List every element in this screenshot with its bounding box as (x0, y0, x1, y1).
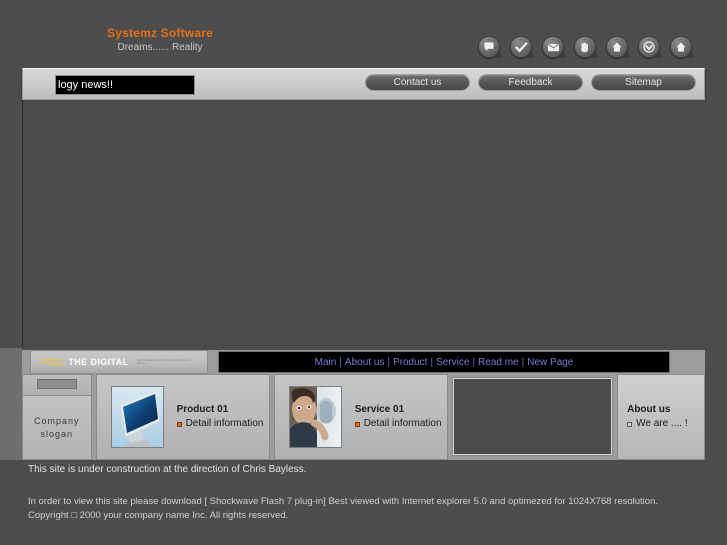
link-service[interactable]: Service (436, 357, 469, 368)
speech-bubble-icon[interactable] (478, 36, 501, 58)
feel-the-digital-text: FEEL THE DIGITAL (41, 357, 129, 367)
link-separator: | (472, 356, 476, 368)
chevron-down-icon[interactable] (638, 36, 661, 58)
about-us-panel[interactable]: About us We are .... ! (617, 374, 705, 460)
about-us-line-label: We are .... ! (636, 418, 688, 429)
bullet-square-icon (176, 421, 182, 427)
service-detail-link-label: Detail information (363, 418, 442, 429)
phone-call-photo (288, 386, 342, 448)
service-card-title: Service 01 (354, 404, 405, 415)
news-marquee-text: logy news!! (58, 79, 114, 91)
about-us-line[interactable]: We are .... ! (627, 417, 704, 431)
envelope-icon[interactable] (542, 36, 565, 58)
slogan-panel-header (22, 374, 92, 396)
service-card-body: Service 01 Detail information (354, 403, 442, 431)
logo-subtitle: Dreams...... Reality (117, 42, 203, 53)
contact-us-button[interactable]: Contact us (365, 74, 470, 91)
link-separator: | (430, 356, 434, 368)
site-logo[interactable]: Systemz Software Dreams...... Reality (60, 26, 260, 55)
top-nav-bar: logy news!! Contact us Feedback Sitemap (22, 68, 705, 100)
link-main[interactable]: Main (315, 357, 337, 368)
left-gutter (0, 100, 22, 348)
feel-fine-print: FeelTheDigital RepaiFuzuPoiof.oF.weDeFSD… (136, 359, 191, 365)
link-separator: | (387, 356, 390, 368)
header-icon-bar (478, 36, 693, 58)
main-stage-area (22, 100, 705, 348)
site-header: Systemz Software Dreams...... Reality (0, 0, 727, 68)
service-detail-link[interactable]: Detail information (354, 417, 442, 431)
bullet-square-icon (354, 421, 360, 427)
legal-line-2: Copyright □ 2000 your company name Inc. … (28, 510, 289, 521)
hand-icon[interactable] (574, 36, 597, 58)
link-separator: | (339, 356, 342, 368)
product-card-body: Product 01 Detail information (176, 403, 264, 431)
lower-left-gutter (0, 348, 22, 460)
feedback-button[interactable]: Feedback (478, 74, 583, 91)
product-detail-link[interactable]: Detail information (176, 417, 264, 431)
home-icon[interactable] (606, 36, 629, 58)
content-card-row: Company slogan Product 01 Detail informa… (22, 374, 705, 460)
company-slogan-text: Company slogan (34, 415, 80, 439)
feel-rest: THE DIGITAL (65, 357, 129, 367)
check-icon[interactable] (510, 36, 533, 58)
home-icon[interactable] (670, 36, 693, 58)
nav-button-group: Contact us Feedback Sitemap (365, 74, 696, 91)
logo-title: Systemz Software (107, 26, 213, 40)
feel-accent: FEEL (41, 357, 66, 367)
construction-note: This site is under construction at the d… (28, 464, 307, 475)
product-card-title: Product 01 (176, 404, 229, 415)
link-about-us[interactable]: About us (345, 357, 384, 368)
sitemap-button[interactable]: Sitemap (591, 74, 696, 91)
site-footer: This site is under construction at the d… (28, 463, 718, 523)
empty-media-panel (451, 377, 614, 456)
page-root: Systemz Software Dreams...... Reality lo… (0, 0, 727, 545)
slogan-panel-body: Company slogan (22, 396, 92, 460)
company-slogan-panel: Company slogan (22, 374, 92, 460)
section-link-bar: Main | About us | Product | Service | Re… (218, 351, 670, 373)
product-card[interactable]: Product 01 Detail information (95, 374, 270, 460)
mid-strip: FEEL THE DIGITAL FeelTheDigital RepaiFuz… (22, 350, 705, 374)
link-product[interactable]: Product (393, 357, 427, 368)
legal-line-1: In order to view this site please downlo… (28, 496, 658, 507)
service-card[interactable]: Service 01 Detail information (273, 374, 448, 460)
link-new-page[interactable]: New Page (527, 357, 573, 368)
link-separator: | (521, 356, 525, 368)
product-detail-link-label: Detail information (185, 418, 264, 429)
bullet-square-icon (627, 421, 633, 427)
feel-the-digital-panel: FEEL THE DIGITAL FeelTheDigital RepaiFuz… (30, 350, 208, 374)
monitor-image (110, 386, 164, 448)
news-marquee: logy news!! (55, 75, 195, 95)
flash-content-placeholder (22, 100, 705, 348)
about-us-title: About us (627, 404, 671, 415)
link-read-me[interactable]: Read me (478, 357, 519, 368)
